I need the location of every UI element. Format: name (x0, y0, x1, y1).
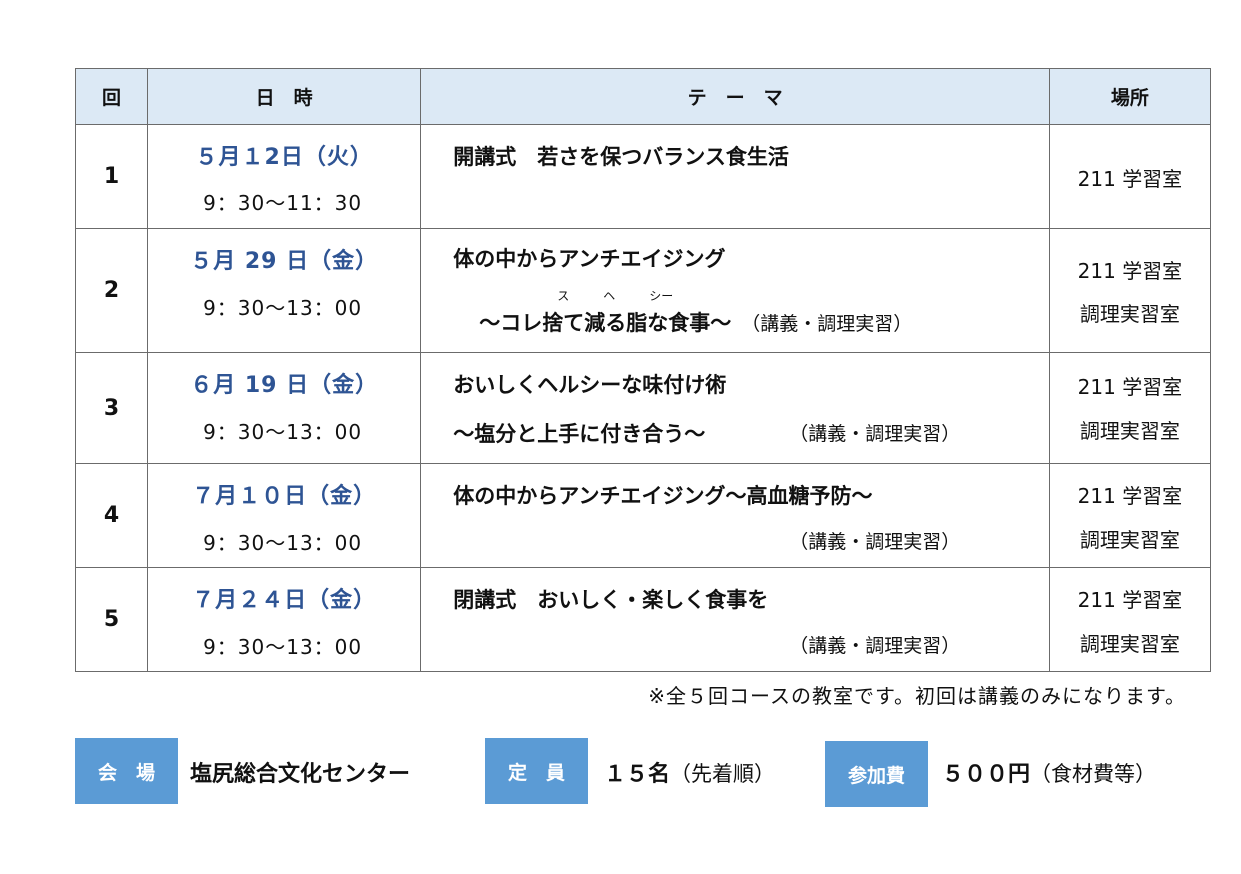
fee-value: ５００円（食材費等） (942, 756, 1156, 788)
session-date: ６月 19 日（金） (190, 373, 379, 398)
place-kitchen: 調理実習室 (1079, 632, 1180, 656)
fee-label: 参加費 (825, 741, 928, 807)
theme-cell: 開講式 若さを保つバランス食生活 (420, 124, 1050, 229)
venue-label: 会 場 (75, 738, 178, 804)
place-kitchen: 調理実習室 (1079, 419, 1180, 443)
schedule-table: 回 日 時 テ ー マ 場所 1 ５月１2日（火） 9：30～11：30 開講式… (74, 68, 1212, 672)
place-kitchen: 調理実習室 (1079, 302, 1180, 326)
theme-cell: 体の中からアンチエイジング ス ヘ シー ～コレ捨て減る脂な食事～ （講義・調理実… (420, 228, 1050, 353)
session-date: ７月１０日（金） (192, 484, 377, 509)
session-time: 9：30～13：00 (203, 296, 363, 320)
theme-note: （講義・調理実習） (789, 423, 961, 445)
capacity-label: 定 員 (485, 738, 588, 804)
session-time: 9：30～13：00 (203, 635, 363, 659)
ruby-shi: シー (649, 289, 674, 303)
session-time: 9：30～13：00 (203, 531, 363, 555)
ruby-he: ヘ (603, 289, 616, 303)
place-room: 211 学習室 (1077, 588, 1183, 612)
row-number: 4 (74, 463, 149, 568)
place-kitchen: 調理実習室 (1079, 528, 1180, 552)
capacity-number: １５名 (604, 762, 671, 787)
place-cell: 211 学習室 調理実習室 (1048, 463, 1212, 568)
table-header-row: 回 日 時 テ ー マ 場所 (74, 68, 1212, 125)
row-number: 1 (74, 124, 149, 229)
table-row: 2 ５月 29 日（金） 9：30～13：00 体の中からアンチエイジング ス … (74, 228, 1212, 353)
theme-subtitle: ～コレ捨て減る脂な食事～ （講義・調理実習） (479, 307, 912, 337)
course-footnote: ※全５回コースの教室です。初回は講義のみになります。 (648, 684, 1186, 708)
table-row: 4 ７月１０日（金） 9：30～13：00 体の中からアンチエイジング～高血糖予… (74, 463, 1212, 568)
fee-note: （食材費等） (1030, 762, 1157, 786)
date-cell: ５月１2日（火） 9：30～11：30 (147, 124, 422, 229)
theme-subtitle-text: ～コレ捨て減る脂な食事～ (479, 311, 732, 335)
theme-title: 開講式 若さを保つバランス食生活 (453, 145, 789, 169)
session-date: ５月 29 日（金） (190, 249, 379, 274)
table-row: 5 ７月２４日（金） 9：30～13：00 閉講式 おいしく・楽しく食事を （講… (74, 567, 1212, 672)
row-number: 3 (74, 352, 149, 464)
theme-title: 閉講式 おいしく・楽しく食事を (453, 588, 769, 612)
place-room: 211 学習室 (1077, 375, 1183, 399)
header-place: 場所 (1048, 68, 1212, 125)
fee-amount: ５００円 (942, 762, 1031, 787)
date-cell: ６月 19 日（金） 9：30～13：00 (147, 352, 422, 464)
place-cell: 211 学習室 (1048, 124, 1212, 229)
theme-subtitle: ～塩分と上手に付き合う～ (453, 422, 706, 446)
row-number: 2 (74, 228, 149, 353)
ruby-su: ス (557, 289, 570, 303)
theme-note: （講義・調理実習） (741, 313, 913, 335)
theme-note: （講義・調理実習） (789, 635, 961, 657)
table-row: 1 ５月１2日（火） 9：30～11：30 開講式 若さを保つバランス食生活 2… (74, 124, 1212, 229)
theme-title: 体の中からアンチエイジング (453, 247, 726, 271)
place-room: 211 学習室 (1077, 259, 1183, 283)
place-cell: 211 学習室 調理実習室 (1048, 352, 1212, 464)
date-cell: ７月２４日（金） 9：30～13：00 (147, 567, 422, 672)
theme-note: （講義・調理実習） (789, 531, 961, 553)
table-row: 3 ６月 19 日（金） 9：30～13：00 おいしくヘルシーな味付け術 ～塩… (74, 352, 1212, 464)
date-cell: ７月１０日（金） 9：30～13：00 (147, 463, 422, 568)
place-room: 211 学習室 (1077, 167, 1183, 191)
header-date: 日 時 (147, 68, 422, 125)
place-cell: 211 学習室 調理実習室 (1048, 228, 1212, 353)
theme-cell: 体の中からアンチエイジング～高血糖予防～ （講義・調理実習） (420, 463, 1050, 568)
date-cell: ５月 29 日（金） 9：30～13：00 (147, 228, 422, 353)
session-date: ７月２４日（金） (192, 588, 377, 613)
capacity-value: １５名（先着順） (604, 756, 775, 788)
theme-title: おいしくヘルシーな味付け術 (453, 373, 727, 397)
theme-cell: おいしくヘルシーな味付け術 ～塩分と上手に付き合う～ （講義・調理実習） (420, 352, 1050, 464)
place-cell: 211 学習室 調理実習室 (1048, 567, 1212, 672)
session-time: 9：30～13：00 (203, 420, 363, 444)
header-num: 回 (74, 68, 149, 125)
venue-value: 塩尻総合文化センター (190, 762, 411, 787)
theme-cell: 閉講式 おいしく・楽しく食事を （講義・調理実習） (420, 567, 1050, 672)
session-date: ５月１2日（火） (195, 145, 373, 170)
header-theme: テ ー マ (420, 68, 1050, 125)
theme-title: 体の中からアンチエイジング～高血糖予防～ (453, 484, 873, 508)
capacity-note: （先着順） (670, 762, 776, 786)
row-number: 5 (74, 567, 149, 672)
session-time: 9：30～11：30 (203, 191, 363, 215)
place-room: 211 学習室 (1077, 484, 1183, 508)
